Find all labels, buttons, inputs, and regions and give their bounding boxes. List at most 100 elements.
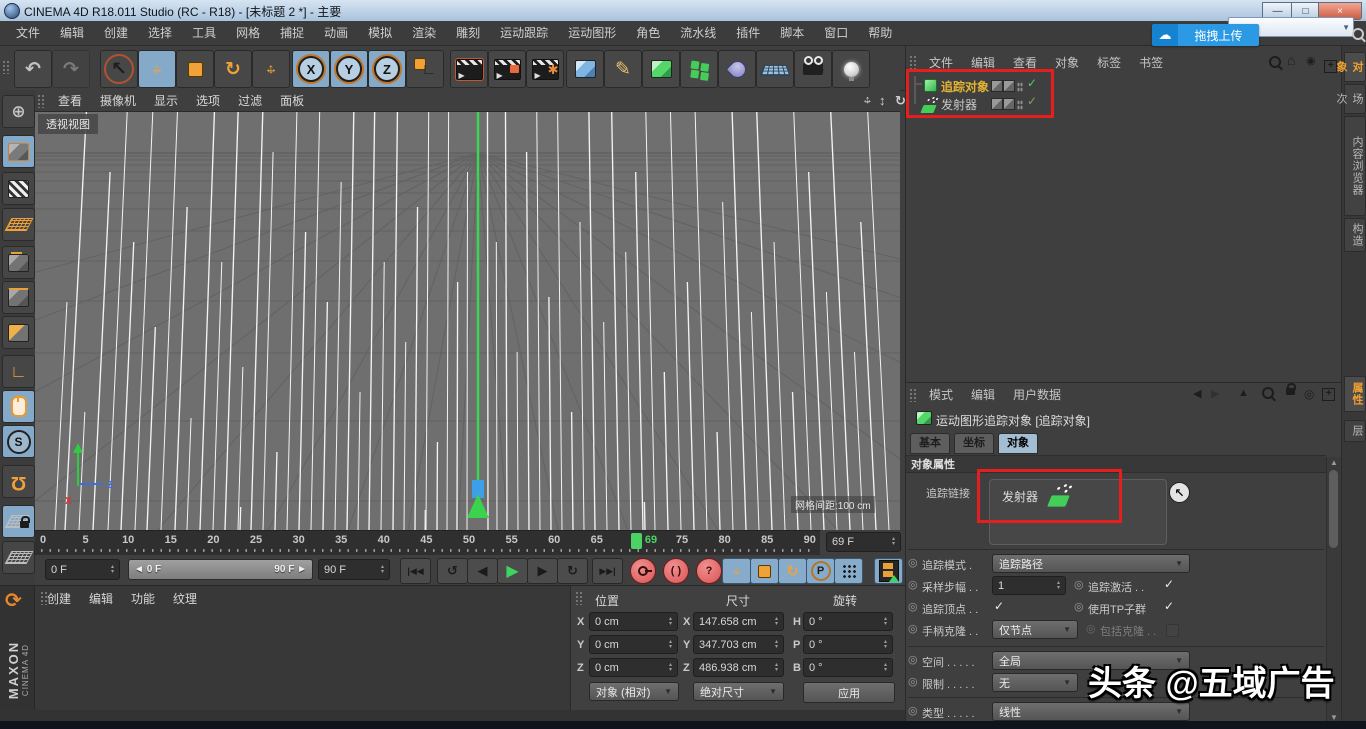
om-menu-item-5[interactable]: 书签 [1130,54,1172,71]
range-end-spinner[interactable]: 90 F ▴▾ [318,559,390,580]
om-menu-item-0[interactable]: 文件 [920,54,962,71]
attr-tab-0[interactable]: 属性 [1344,376,1366,412]
tab-坐标[interactable]: 坐标 [954,433,994,454]
viewport-menu-item-0[interactable]: 查看 [49,92,91,109]
panel-tab-0[interactable]: 对象 [1344,52,1366,82]
keyframe-dot-icon[interactable]: ◎ [1074,600,1084,613]
tp-group-checkbox[interactable]: ✓ [1164,599,1174,613]
keyframe-dot-icon[interactable]: ◎ [908,556,918,569]
keyframe-dot-icon[interactable]: ◎ [908,704,918,717]
spinner-arrows[interactable]: ▴▾ [669,663,672,673]
om-menu-item-4[interactable]: 标签 [1088,54,1130,71]
panel-tab-3[interactable]: 构造 [1344,218,1366,252]
points-mode-button[interactable] [2,246,35,279]
play-button[interactable]: ▶ [497,558,528,584]
snap-mode-button[interactable]: S [2,425,35,458]
playhead[interactable] [631,533,642,549]
mograph-button[interactable] [680,50,718,88]
texture-mode-button[interactable] [2,172,35,205]
coordinate-system-button[interactable]: ∟ [406,50,444,88]
live-selection-button[interactable]: ↖ [100,50,138,88]
scrollbar-thumb[interactable] [1329,470,1338,548]
menu-item-10[interactable]: 雕刻 [446,21,490,46]
spline-pen-button[interactable]: ✎ [604,50,642,88]
scale-tool-button[interactable] [176,50,214,88]
keyframe-dot-icon[interactable]: ◎ [908,578,918,591]
keyframe-dot-icon[interactable]: ◎ [1074,578,1084,591]
drag-upload-button[interactable]: ☁ 拖拽上传 [1152,24,1259,46]
preview-range-slider[interactable]: ◄ 0 F 90 F ► [128,559,313,580]
next-frame-button[interactable]: ▶ [527,558,558,584]
parent-object-icon[interactable]: ▲ [1238,387,1249,399]
trace-vertex-checkbox[interactable]: ✓ [994,599,1004,613]
coords-grip[interactable] [575,591,583,605]
viewport-grip[interactable] [37,94,45,108]
am-search-icon[interactable] [1262,387,1274,402]
material-menu-item-3[interactable]: 纹理 [164,590,206,607]
focus-icon[interactable]: ◎ [1304,387,1314,401]
axis-mode-button[interactable]: ∟ [2,355,35,388]
workplane-mode-button[interactable] [2,208,35,241]
coord-input-0-pv[interactable]: 0 cm▴▾ [589,612,678,631]
material-menu-item-0[interactable]: 创建 [38,590,80,607]
polygons-mode-button[interactable] [2,316,35,349]
sample-step-input[interactable]: 1▴▾ [992,576,1066,595]
preview-range-track[interactable]: ◄ 0 F 90 F ► [129,560,312,579]
menu-item-7[interactable]: 动画 [314,21,358,46]
keyframe-dot-icon[interactable]: ◎ [908,675,918,688]
key-scale-toggle[interactable] [750,558,779,584]
timeline-window-button[interactable] [874,558,903,584]
keyframe-dot-icon[interactable]: ◎ [908,622,918,635]
panel-tab-1[interactable]: 场次 [1344,84,1366,114]
apply-button[interactable]: 应用 [803,682,895,703]
emitter-cone[interactable] [467,494,489,518]
keyframe-selection-button[interactable]: ? [696,558,722,584]
menu-item-8[interactable]: 模拟 [358,21,402,46]
lock-icon[interactable] [1286,383,1295,398]
eye-icon[interactable]: ◉ [1306,54,1316,67]
om-menu-item-1[interactable]: 编辑 [962,54,1004,71]
key-position-toggle[interactable]: ↔↕ [722,558,751,584]
c4d-swirl-icon[interactable]: ⟳ [5,588,22,613]
menu-item-1[interactable]: 编辑 [50,21,94,46]
range-start-spinner[interactable]: 0 F ▴▾ [45,559,120,580]
coord-input-1-pv[interactable]: 0 cm▴▾ [589,635,678,654]
am-menu-item-0[interactable]: 模式 [920,386,962,403]
tab-对象[interactable]: 对象 [998,433,1038,454]
subdivision-surface-button[interactable] [642,50,680,88]
om-menu-item-2[interactable]: 查看 [1004,54,1046,71]
menu-item-18[interactable]: 帮助 [858,21,902,46]
viewport-solo-button[interactable] [2,390,35,423]
autokey-button[interactable]: ( ) [663,558,689,584]
menu-item-14[interactable]: 流水线 [670,21,726,46]
camera-button[interactable] [794,50,832,88]
limit-select[interactable]: 无▼ [992,673,1078,692]
undo-button[interactable]: ↶ [14,50,52,88]
convert-tool-button[interactable]: ⊕ [2,95,35,128]
deformer-button[interactable] [718,50,756,88]
scroll-up-icon[interactable]: ▲ [1330,458,1338,467]
spinner-arrows[interactable]: ▴▾ [1057,581,1060,591]
menu-item-15[interactable]: 插件 [726,21,770,46]
keying-selection-toggle[interactable] [834,558,863,584]
history-forward-icon[interactable]: ▶ [1211,387,1219,400]
goto-start-button[interactable]: |◀◀ [400,558,431,584]
key-rotation-toggle[interactable]: ↻ [778,558,807,584]
viewport-menu-item-2[interactable]: 显示 [145,92,187,109]
handle-clone-select[interactable]: 仅节点▼ [992,620,1078,639]
am-menu-item-2[interactable]: 用户数据 [1004,386,1070,403]
attr-tab-1[interactable]: 层 [1344,420,1366,442]
coord-input-1-sv[interactable]: 347.703 cm▴▾ [693,635,784,654]
menu-item-4[interactable]: 工具 [182,21,226,46]
om-grip[interactable] [909,55,917,69]
coord-input-0-sv[interactable]: 147.658 cm▴▾ [693,612,784,631]
menu-item-17[interactable]: 窗口 [814,21,858,46]
coord-input-2-sv[interactable]: 486.938 cm▴▾ [693,658,784,677]
light-button[interactable] [832,50,870,88]
menu-item-12[interactable]: 运动图形 [558,21,626,46]
tab-基本[interactable]: 基本 [910,433,950,454]
render-region-button[interactable]: ▶ [488,50,526,88]
spinner-arrows[interactable]: ▴▾ [884,617,887,627]
spinner-arrows[interactable]: ▴▾ [111,565,114,575]
y-axis-lock-button[interactable]: Y [330,50,368,88]
